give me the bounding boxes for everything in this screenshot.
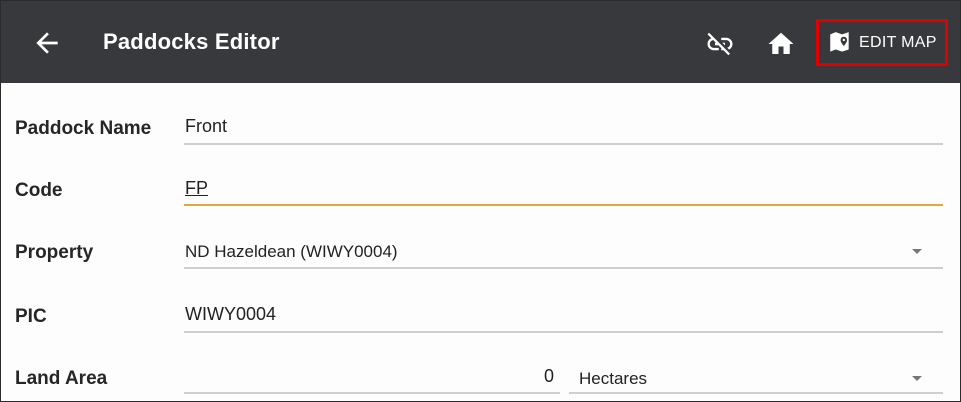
property-label: Property [15,242,94,263]
edit-map-label: EDIT MAP [859,33,937,51]
edit-map-button[interactable]: EDIT MAP [816,19,948,66]
land-area-unit-select[interactable]: Hectares [579,369,647,389]
paddocks-editor-window: Paddocks Editor EDIT MAP Paddock Name Fr… [0,0,961,402]
pic-row: PIC WIWY0004 [1,289,960,349]
land-area-row: Land Area 0 Hectares [1,351,960,401]
app-bar: Paddocks Editor EDIT MAP [1,1,960,83]
pic-field[interactable]: WIWY0004 [185,304,276,325]
home-icon [768,32,794,54]
land-area-label: Land Area [15,368,108,389]
code-label: Code [15,180,63,201]
home-button[interactable] [766,29,796,59]
code-field[interactable]: FP [185,178,208,199]
paddock-name-field[interactable]: Front [185,116,227,137]
land-area-field[interactable]: 0 [544,366,554,387]
code-row: Code FP [1,163,960,223]
arrow-left-icon [36,32,58,54]
map-marker-icon [830,31,849,52]
land-area-underline [184,392,560,394]
page-title: Paddocks Editor [103,29,280,54]
paddock-name-row: Paddock Name Front [1,101,960,161]
unlink-button[interactable] [705,29,735,59]
pic-label: PIC [15,306,47,327]
paddock-name-label: Paddock Name [15,118,152,139]
property-row: Property ND Hazeldean (WIWY0004) [1,225,960,285]
back-button[interactable] [31,27,63,59]
link-off-icon [707,32,733,56]
property-underline [184,267,943,269]
code-underline [184,204,943,206]
property-dropdown-icon[interactable] [912,249,922,254]
pic-underline [184,331,943,333]
property-select[interactable]: ND Hazeldean (WIWY0004) [185,242,398,262]
paddock-name-underline [184,143,943,145]
land-area-unit-underline [569,392,943,394]
unit-dropdown-icon[interactable] [912,376,922,381]
